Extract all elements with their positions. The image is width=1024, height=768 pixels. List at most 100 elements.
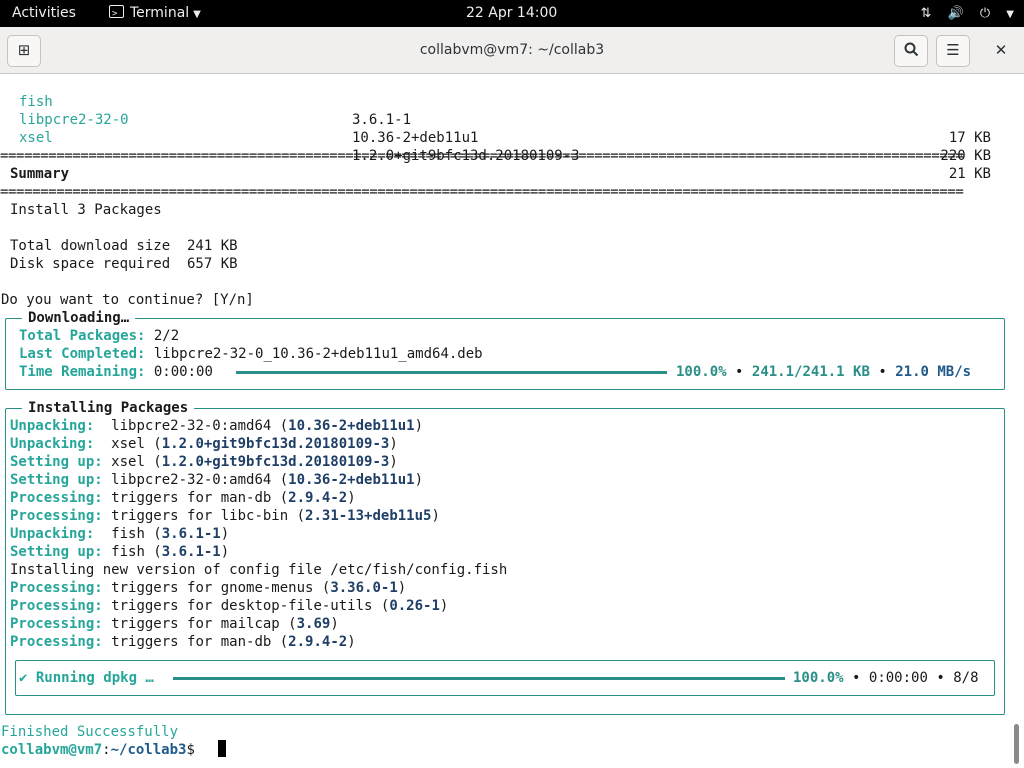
install-version: 3.6.1-1 — [161, 526, 221, 542]
download-progress-bar — [236, 371, 667, 374]
time-remaining-label: Time Remaining: — [19, 364, 146, 380]
downloading-panel: Downloading… Total Packages: 2/2 Last Co… — [5, 309, 1005, 390]
install-action-text: fish ( — [111, 526, 162, 542]
installing-panel: Installing Packages Unpacking: libpcre2-… — [5, 399, 1005, 715]
hamburger-menu-button[interactable]: ☰ — [936, 35, 970, 67]
install-log-line: Processing: triggers for gnome-menus (3.… — [10, 579, 406, 597]
dpkg-count: 8/8 — [953, 670, 979, 686]
continue-question: Do you want to continue? [Y/n] — [1, 292, 254, 308]
search-icon — [904, 42, 918, 57]
package-row: libpcre2-32-0 10.36-2+deb11u1 220 KB — [0, 93, 1010, 164]
install-action-label: Setting up: — [10, 454, 112, 470]
search-button[interactable] — [894, 35, 928, 67]
package-version: 10.36-2+deb11u1 — [352, 130, 479, 146]
install-action-label: Unpacking: — [10, 436, 112, 452]
new-tab-icon: ⊞ — [17, 41, 31, 59]
download-percent: 100.0% — [676, 364, 727, 380]
caret-down-icon: ▼ — [1006, 9, 1014, 20]
install-close-paren: ) — [397, 580, 407, 596]
install-close-paren: ) — [389, 436, 398, 452]
install-action-text: triggers for desktop-file-utils ( — [111, 598, 390, 614]
downloading-title: Downloading… — [22, 309, 136, 327]
running-dpkg-label: ✔ Running dpkg … — [19, 670, 154, 686]
system-status-menu[interactable]: ⇅ 🔊 ⏻ ▼ — [908, 0, 1014, 27]
close-icon: ✕ — [994, 41, 1008, 59]
download-speed: 21.0 MB/s — [895, 364, 972, 380]
close-window-button[interactable]: ✕ — [988, 35, 1014, 65]
dpkg-percent: 100.0% — [793, 670, 844, 686]
divider-rule: ========================================… — [0, 148, 964, 164]
window-title: collabvm@vm7: ~/collab3 — [419, 42, 605, 58]
install-version: 10.36-2+deb11u1 — [288, 472, 415, 488]
gnome-top-bar: Activities Terminal▼ 22 Apr 14:00 ⇅ 🔊 ⏻ … — [0, 0, 1024, 28]
install-log-line: Installing new version of config file /e… — [10, 561, 507, 579]
install-action-label: Setting up: — [10, 472, 112, 488]
install-log-line: Unpacking: libpcre2-32-0:amd64 (10.36-2+… — [10, 417, 423, 435]
install-action-text: libpcre2-32-0:amd64 ( — [111, 418, 289, 434]
install-version: 3.6.1-1 — [161, 544, 221, 560]
install-action-label: Processing: — [10, 490, 112, 506]
app-menu-label: Terminal — [130, 5, 190, 21]
package-row: fish 3.6.1-1 17 KB — [0, 75, 1010, 146]
network-icon: ⇅ — [920, 6, 932, 21]
time-remaining-value: 0:00:00 — [153, 364, 213, 380]
install-count-line: Install 3 Packages — [10, 202, 162, 218]
terminal-icon — [109, 1, 124, 28]
window-header-bar: collabvm@vm7: ~/collab3 ⊞ ☰ ✕ — [0, 27, 1024, 74]
last-completed-line: Last Completed: libpcre2-32-0_10.36-2+de… — [19, 345, 483, 363]
terminal-output[interactable]: fish 3.6.1-1 17 KB libpcre2-32-0 10.36-2… — [0, 74, 1010, 768]
prompt-symbol: $ — [186, 742, 204, 758]
install-action-label: Processing: — [10, 508, 112, 524]
install-close-paren: ) — [414, 472, 424, 488]
package-row: xsel 1.2.0+git9bfc13d.20180109-3 21 KB — [0, 111, 1010, 182]
activities-button[interactable]: Activities — [12, 0, 76, 27]
install-action-text: fish ( — [111, 544, 162, 560]
finished-message: Finished Successfully — [1, 724, 179, 740]
install-action-label: Unpacking: — [10, 526, 112, 542]
install-close-paren: ) — [439, 598, 449, 614]
install-action-label: Unpacking: — [10, 418, 112, 434]
download-transferred: 241.1/241.1 KB — [751, 364, 870, 380]
shell-prompt[interactable]: collabvm@vm7:~/collab3$ — [1, 741, 203, 759]
install-log-line: Processing: triggers for libc-bin (2.31-… — [10, 507, 440, 525]
install-version: 1.2.0+git9bfc13d.20180109-3 — [161, 454, 390, 470]
install-version: 3.69 — [296, 616, 331, 632]
install-log-line: Unpacking: xsel (1.2.0+git9bfc13d.201801… — [10, 435, 398, 453]
install-version: 2.31-13+deb11u5 — [305, 508, 432, 524]
install-log-line: Setting up: fish (3.6.1-1) — [10, 543, 229, 561]
install-action-text: triggers for mailcap ( — [111, 616, 297, 632]
summary-heading: Summary — [10, 166, 70, 182]
install-version: 3.36.0-1 — [330, 580, 398, 596]
install-version: 2.9.4-2 — [288, 490, 348, 506]
app-menu-terminal[interactable]: Terminal▼ — [109, 0, 201, 28]
install-action-label: Processing: — [10, 634, 112, 650]
bullet: • — [878, 364, 887, 380]
hamburger-icon: ☰ — [946, 41, 960, 59]
total-packages-line: Total Packages: 2/2 — [19, 327, 179, 345]
install-close-paren: ) — [220, 544, 230, 560]
dpkg-stats: 100.0% • 0:00:00 • 8/8 — [793, 669, 979, 687]
disk-space-line: Disk space required 657 KB — [10, 256, 238, 272]
install-version: 10.36-2+deb11u1 — [288, 418, 415, 434]
install-version: 0.26-1 — [389, 598, 440, 614]
install-log-line: Processing: triggers for man-db (2.9.4-2… — [10, 489, 356, 507]
install-action-text: triggers for gnome-menus ( — [111, 580, 331, 596]
install-close-paren: ) — [431, 508, 440, 524]
bullet: • — [936, 670, 945, 686]
total-packages-value: 2/2 — [153, 328, 180, 344]
install-log-line: Processing: triggers for desktop-file-ut… — [10, 597, 448, 615]
install-close-paren: ) — [414, 418, 424, 434]
download-size-line: Total download size 241 KB — [10, 238, 238, 254]
last-completed-label: Last Completed: — [19, 346, 146, 362]
terminal-scrollbar[interactable] — [1014, 724, 1019, 764]
dpkg-progress-panel: ✔ Running dpkg … 100.0% • 0:00:00 • 8/8 — [15, 660, 995, 696]
clock[interactable]: 22 Apr 14:00 — [466, 0, 557, 27]
new-tab-button[interactable]: ⊞ — [7, 35, 41, 67]
install-action-text: Installing new version of config file /e… — [10, 562, 508, 578]
install-close-paren: ) — [389, 454, 398, 470]
install-close-paren: ) — [330, 616, 339, 632]
install-action-label: Processing: — [10, 580, 112, 596]
install-close-paren: ) — [220, 526, 230, 542]
install-close-paren: ) — [347, 634, 356, 650]
text-cursor — [218, 740, 226, 757]
